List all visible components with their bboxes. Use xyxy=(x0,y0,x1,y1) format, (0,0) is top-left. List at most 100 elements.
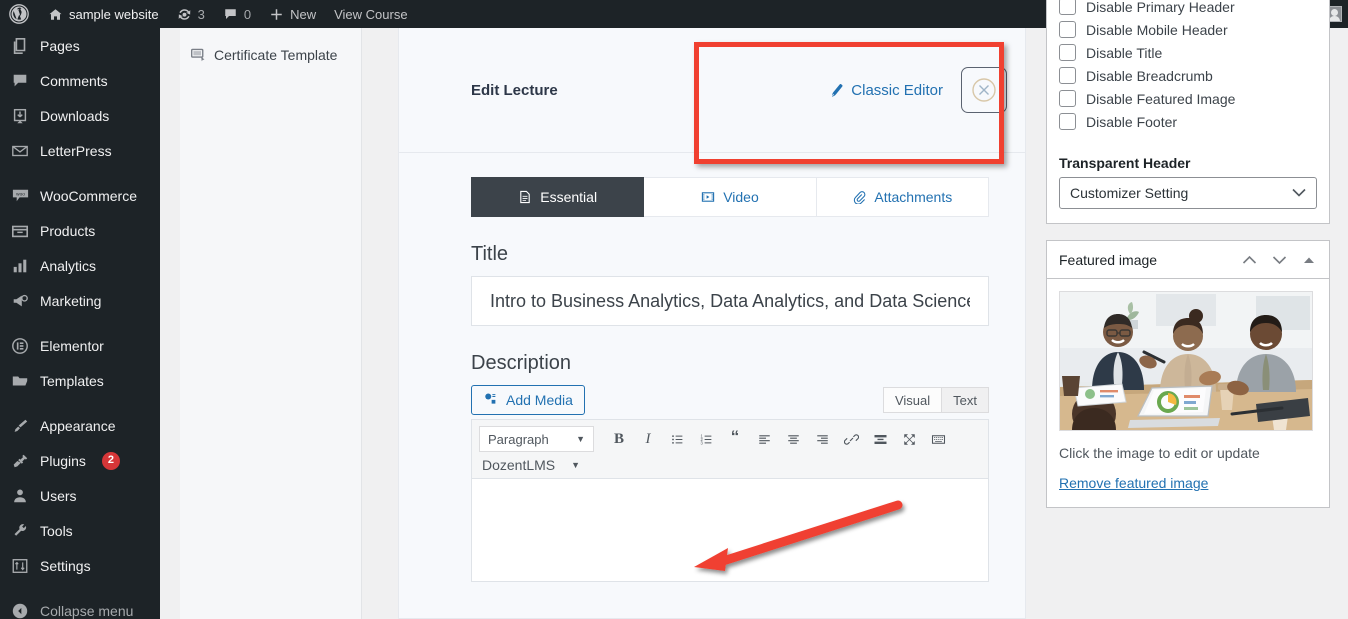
checkbox-label: Disable Featured Image xyxy=(1086,90,1236,107)
site-name-menu[interactable]: sample website xyxy=(39,0,168,28)
disable-featured-image-checkbox[interactable] xyxy=(1059,90,1076,107)
bold-button[interactable]: B xyxy=(606,427,632,451)
tab-attachments[interactable]: Attachments xyxy=(816,177,989,217)
tab-label: Video xyxy=(723,189,759,205)
envelope-icon xyxy=(10,141,30,161)
sidebar-item-letterpress[interactable]: LetterPress xyxy=(0,133,160,168)
paperclip-icon xyxy=(852,190,867,205)
disable-mobile-header-checkbox[interactable] xyxy=(1059,21,1076,38)
updates-count: 3 xyxy=(197,6,205,22)
featured-image-thumbnail[interactable] xyxy=(1059,291,1313,431)
toolbar-toggle-button[interactable] xyxy=(925,427,951,451)
checkbox-label: Disable Breadcrumb xyxy=(1086,67,1213,84)
sidebar-item-woocommerce[interactable]: woo WooCommerce xyxy=(0,178,160,213)
tab-video[interactable]: Video xyxy=(644,177,817,217)
insert-link-button[interactable] xyxy=(838,427,864,451)
sidebar-item-users[interactable]: Users xyxy=(0,478,160,513)
checkbox-row[interactable]: Disable Mobile Header xyxy=(1059,18,1317,41)
sidebar-item-elementor[interactable]: Elementor xyxy=(0,328,160,363)
visual-mode-tab[interactable]: Visual xyxy=(882,387,943,413)
chevron-down-icon[interactable] xyxy=(1271,252,1287,268)
sidebar-item-plugins[interactable]: Plugins 2 xyxy=(0,443,160,478)
wordpress-logo-icon[interactable] xyxy=(0,0,39,28)
blockquote-button[interactable]: “ xyxy=(722,427,748,451)
updates-link[interactable]: 3 xyxy=(168,0,214,28)
wp-admin-screen: sample website 3 0 New View Course Howdy… xyxy=(0,0,1348,619)
tab-label: Attachments xyxy=(874,189,953,205)
tab-essential[interactable]: Essential xyxy=(471,177,645,217)
checkbox-row[interactable]: Disable Breadcrumb xyxy=(1059,64,1317,87)
editor-tabs: Essential Video Attachments xyxy=(471,177,989,217)
checkbox-row[interactable]: Disable Title xyxy=(1059,41,1317,64)
disable-options-list: Disable Primary Header Disable Mobile He… xyxy=(1047,0,1329,145)
featured-image-controls xyxy=(1241,252,1321,268)
sidebar-item-settings[interactable]: Settings xyxy=(0,548,160,583)
plus-icon xyxy=(269,7,284,22)
editor-content-area[interactable] xyxy=(472,479,988,579)
sidebar-item-products[interactable]: Products xyxy=(0,213,160,248)
comments-link[interactable]: 0 xyxy=(214,0,260,28)
checkbox-row[interactable]: Disable Primary Header xyxy=(1059,0,1317,18)
panel-header-actions: Classic Editor xyxy=(828,67,1007,113)
submenu-item-certificate-template[interactable]: Certificate Template xyxy=(180,28,361,63)
close-circle-icon xyxy=(970,76,998,104)
sidebar-item-label: Plugins xyxy=(40,452,86,469)
sidebar-item-appearance[interactable]: Appearance xyxy=(0,408,160,443)
numbered-list-button[interactable]: 123 xyxy=(693,427,719,451)
sidebar-item-label: Appearance xyxy=(40,417,116,434)
fullscreen-button[interactable] xyxy=(896,427,922,451)
transparent-header-value: Customizer Setting xyxy=(1070,185,1189,201)
description-editor: Paragraph ▼ B I 123 “ DozentLMS ▼ xyxy=(471,419,989,582)
sidebar-item-marketing[interactable]: Marketing xyxy=(0,283,160,318)
disable-primary-header-checkbox[interactable] xyxy=(1059,0,1076,15)
sidebar-item-label: Collapse menu xyxy=(40,602,134,619)
sidebar-item-collapse-menu[interactable]: Collapse menu xyxy=(0,593,160,619)
checkbox-row[interactable]: Disable Footer xyxy=(1059,110,1317,133)
menu-separator xyxy=(0,318,160,328)
add-media-button[interactable]: Add Media xyxy=(471,385,585,415)
align-right-button[interactable] xyxy=(809,427,835,451)
disable-title-checkbox[interactable] xyxy=(1059,44,1076,61)
video-icon xyxy=(701,190,716,205)
toggle-panel-icon[interactable] xyxy=(1301,252,1317,268)
new-content-menu[interactable]: New xyxy=(260,0,325,28)
close-button[interactable] xyxy=(961,67,1007,113)
text-mode-tab[interactable]: Text xyxy=(942,387,989,413)
sidebar-item-label: Templates xyxy=(40,372,104,389)
align-center-button[interactable] xyxy=(780,427,806,451)
read-more-button[interactable] xyxy=(867,427,893,451)
sidebar-item-label: WooCommerce xyxy=(40,187,137,204)
transparent-header-select[interactable]: Customizer Setting xyxy=(1059,177,1317,209)
sidebar-item-analytics[interactable]: Analytics xyxy=(0,248,160,283)
secondary-nav-column: Certificate Template xyxy=(180,28,362,619)
sidebar-item-downloads[interactable]: Downloads xyxy=(0,98,160,133)
panel-header: Edit Lecture Classic Editor xyxy=(399,28,1025,153)
checkbox-label: Disable Footer xyxy=(1086,113,1178,130)
title-input[interactable] xyxy=(471,276,989,326)
editor-toolbar-row-1: Paragraph ▼ B I 123 “ xyxy=(479,426,981,452)
sidebar-item-tools[interactable]: Tools xyxy=(0,513,160,548)
checkbox-label: Disable Primary Header xyxy=(1086,0,1235,15)
classic-editor-button[interactable]: Classic Editor xyxy=(828,82,943,99)
italic-button[interactable]: I xyxy=(635,427,661,451)
document-icon xyxy=(518,190,533,205)
sidebar-item-templates[interactable]: Templates xyxy=(0,363,160,398)
paragraph-format-select[interactable]: Paragraph ▼ xyxy=(479,426,594,452)
disable-breadcrumb-checkbox[interactable] xyxy=(1059,67,1076,84)
align-left-button[interactable] xyxy=(751,427,777,451)
chevron-down-icon: ▼ xyxy=(576,434,585,444)
dozentlms-label: DozentLMS xyxy=(482,457,556,473)
sidebar-item-comments[interactable]: Comments xyxy=(0,63,160,98)
checkbox-row[interactable]: Disable Featured Image xyxy=(1059,87,1317,110)
svg-text:3: 3 xyxy=(700,440,703,445)
paintbrush-icon xyxy=(10,416,30,436)
disable-footer-checkbox[interactable] xyxy=(1059,113,1076,130)
bulleted-list-button[interactable] xyxy=(664,427,690,451)
svg-text:woo: woo xyxy=(16,193,25,198)
sidebar-item-pages[interactable]: Pages xyxy=(0,28,160,63)
view-course-link[interactable]: View Course xyxy=(325,0,416,28)
dozentlms-shortcode-select[interactable]: DozentLMS ▼ xyxy=(482,457,580,473)
chevron-up-icon[interactable] xyxy=(1241,252,1257,268)
remove-featured-image-link[interactable]: Remove featured image xyxy=(1059,475,1208,491)
media-icon xyxy=(483,392,499,408)
